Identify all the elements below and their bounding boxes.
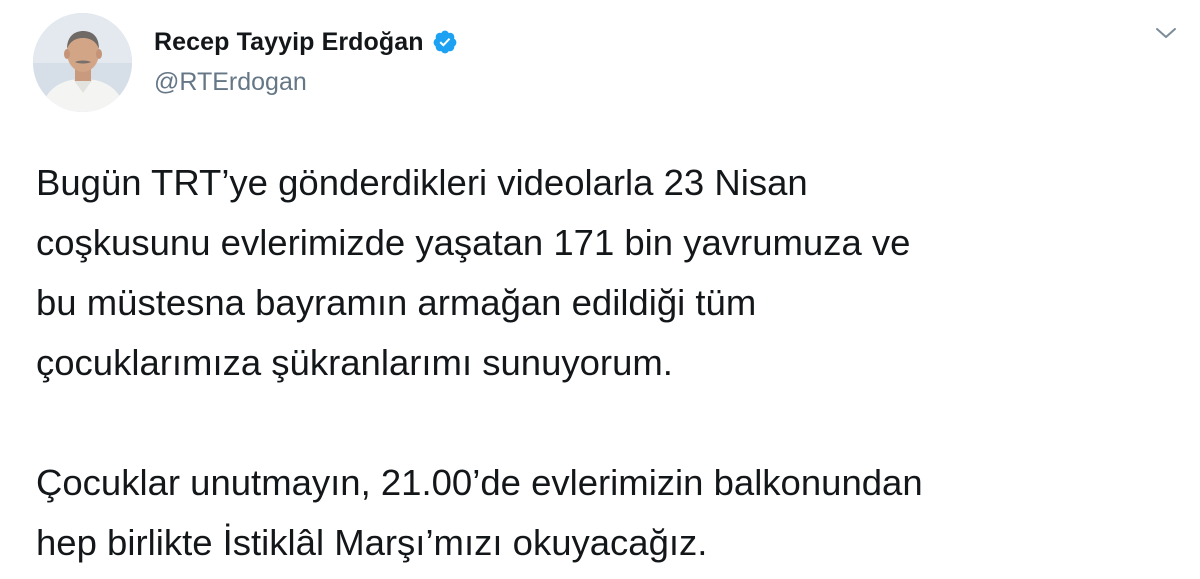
- author-name-row[interactable]: Recep Tayyip Erdoğan: [154, 26, 458, 58]
- chevron-down-icon[interactable]: [1154, 24, 1178, 42]
- avatar[interactable]: [33, 13, 132, 112]
- avatar-image: [33, 13, 132, 112]
- display-name[interactable]: Recep Tayyip Erdoğan: [154, 28, 424, 57]
- verified-badge-icon: [433, 30, 457, 54]
- tweet-text: Bugün TRT’ye gönderdikleri videolarla 23…: [36, 162, 923, 563]
- author-handle[interactable]: @RTErdogan: [154, 68, 307, 97]
- tweet-card: Recep Tayyip Erdoğan @RTErdogan Bugün TR…: [0, 0, 1200, 579]
